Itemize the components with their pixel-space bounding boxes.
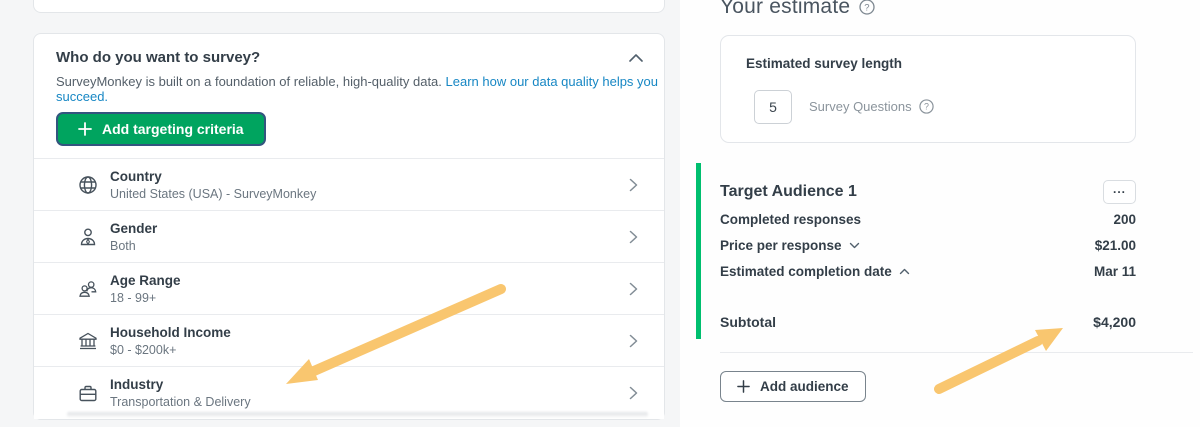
criteria-title: Gender [110,220,158,236]
completed-responses-row: Completed responses 200 [720,212,1136,227]
targeting-card-description: SurveyMonkey is built on a foundation of… [56,74,664,104]
ellipsis-icon: ... [1112,182,1126,196]
criteria-value: Both [110,238,136,253]
criteria-value: 18 - 99+ [110,290,157,305]
audience-accent-bar [696,163,701,339]
plus-icon [737,380,750,393]
chevron-right-icon [629,178,638,192]
target-audience-title: Target Audience 1 [720,183,857,200]
criteria-value: $0 - $200k+ [110,342,177,357]
chevron-up-icon[interactable] [899,268,910,275]
audience-menu-button[interactable]: ... [1103,180,1136,204]
plus-icon [78,122,92,136]
criteria-title: Age Range [110,272,181,288]
subtotal-label: Subtotal [720,314,776,330]
subtotal-value: $4,200 [1093,314,1136,330]
price-per-response-label: Price per response [720,238,842,253]
survey-questions-label-text: Survey Questions [809,99,912,114]
add-targeting-criteria-label: Add targeting criteria [102,121,244,137]
criteria-title: Industry [110,377,164,392]
panel-divider [720,352,1193,353]
estimate-title-text: Your estimate [720,0,851,18]
criteria-row-gender[interactable]: Gender Both [34,211,664,263]
targeting-card-title: Who do you want to survey? [56,49,261,66]
target-audience-header: Target Audience 1 ... [720,180,1136,204]
completed-responses-value: 200 [1113,212,1136,227]
people-icon [77,279,99,299]
criteria-list: Country United States (USA) - SurveyMonk… [34,158,664,419]
criteria-title: Household Income [110,324,231,340]
survey-length-card: Estimated survey length Survey Questions… [720,35,1136,143]
completed-responses-label: Completed responses [720,212,862,227]
survey-questions-label: Survey Questions ? [809,99,934,114]
targeting-card-header: Who do you want to survey? [56,49,644,66]
svg-text:?: ? [924,102,929,112]
chevron-right-icon [629,282,638,296]
chevron-down-icon[interactable] [849,242,860,249]
targeting-card: Who do you want to survey? SurveyMonkey … [33,33,665,420]
collapse-section-button[interactable] [628,53,644,63]
description-text: SurveyMonkey is built on a foundation of… [56,74,442,89]
help-icon[interactable]: ? [859,0,875,15]
price-per-response-row: Price per response $21.00 [720,238,1136,253]
estimate-panel: Your estimate ? Estimated survey length … [680,0,1200,427]
chevron-right-icon [629,386,638,400]
svg-text:?: ? [864,2,869,13]
criteria-row-age-range[interactable]: Age Range 18 - 99+ [34,263,664,315]
add-targeting-criteria-button[interactable]: Add targeting criteria [56,112,266,146]
completion-date-value: Mar 11 [1093,264,1136,279]
criteria-value: United States (USA) - SurveyMonkey [110,186,317,201]
chevron-right-icon [629,230,638,244]
survey-length-title: Estimated survey length [746,56,903,71]
globe-icon [77,175,99,195]
help-icon[interactable]: ? [918,99,934,114]
criteria-row-country[interactable]: Country United States (USA) - SurveyMonk… [34,159,664,211]
chevron-right-icon [629,334,638,348]
criteria-row-household-income[interactable]: Household Income $0 - $200k+ [34,315,664,367]
completion-date-label: Estimated completion date [720,264,892,279]
criteria-value: Transportation & Delivery [110,395,251,409]
criteria-title: Country [110,168,162,184]
chevron-up-icon [629,53,643,62]
add-audience-label: Add audience [760,379,849,394]
briefcase-icon [77,384,99,403]
price-per-response-value: $21.00 [1094,238,1136,253]
add-audience-button[interactable]: Add audience [720,371,866,402]
previous-card-partial [33,0,665,13]
survey-questions-input[interactable] [754,90,792,124]
person-icon [77,227,99,247]
completion-date-row: Estimated completion date Mar 11 [720,264,1136,279]
subtotal-row: Subtotal $4,200 [720,314,1136,330]
estimate-panel-title: Your estimate ? [720,0,875,19]
list-scroll-shadow [67,412,648,417]
bank-icon [77,331,99,351]
